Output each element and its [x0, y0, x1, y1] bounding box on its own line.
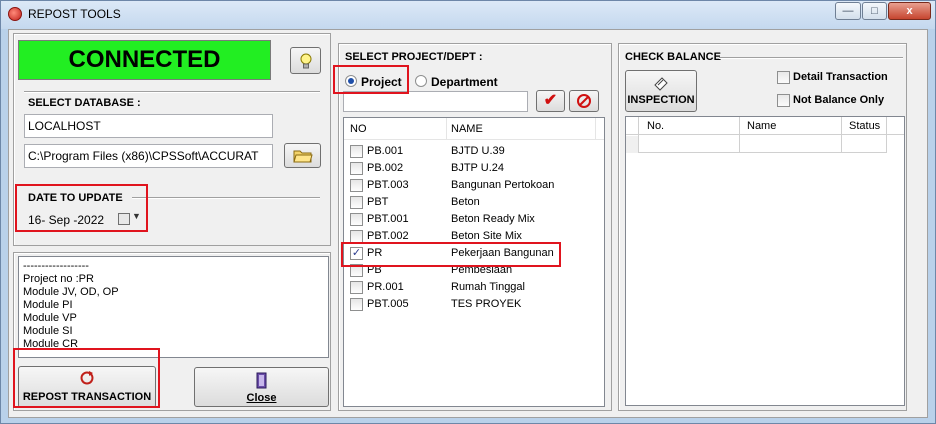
radio-button[interactable]	[415, 75, 427, 87]
column-divider	[595, 118, 596, 140]
project-no: PR.001	[367, 281, 404, 293]
checkmark-icon: ✔	[543, 92, 558, 109]
divider	[719, 57, 903, 59]
project-name: Bangunan Pertokoan	[451, 179, 555, 191]
project-name: Rumah Tinggal	[451, 281, 525, 293]
divider	[132, 197, 320, 199]
column-header-name[interactable]: Name	[747, 120, 776, 132]
close-window-button[interactable]: x	[888, 2, 931, 20]
row-selector[interactable]	[626, 136, 638, 153]
balance-grid[interactable]: No. Name Status	[625, 116, 905, 406]
project-no: PBT.001	[367, 213, 409, 225]
log-line: Module PI	[23, 299, 73, 311]
row-checkbox[interactable]	[350, 298, 363, 311]
app-icon	[8, 7, 22, 21]
bulb-button[interactable]	[290, 47, 321, 74]
row-checkbox[interactable]	[350, 145, 363, 158]
highlight-project-radio	[333, 65, 409, 94]
list-item[interactable]: PBT.003 Bangunan Pertokoan	[344, 177, 594, 194]
project-name: Beton Ready Mix	[451, 213, 535, 225]
column-header-no[interactable]: NO	[350, 123, 367, 135]
exit-door-icon	[256, 372, 266, 389]
log-textarea[interactable]: ------------------ Project no :PR Module J…	[18, 256, 329, 358]
project-filter-input[interactable]	[343, 91, 528, 112]
database-path-field[interactable]: C:\Program Files (x86)\CPSSoft\ACCURAT	[24, 144, 273, 168]
project-name: BJTD U.39	[451, 145, 505, 157]
list-item[interactable]: PB.002 BJTP U.24	[344, 160, 594, 177]
minimize-button[interactable]: —	[835, 2, 861, 20]
highlight-date	[15, 184, 148, 232]
close-button[interactable]: Close	[194, 367, 329, 407]
project-name: Beton	[451, 196, 480, 208]
inspection-label: INSPECTION	[627, 94, 695, 106]
divider	[24, 91, 320, 93]
row-checkbox[interactable]	[350, 213, 363, 226]
project-no: PBT.005	[367, 298, 409, 310]
detail-transaction-checkbox[interactable]: Detail Transaction	[775, 70, 905, 86]
close-label: Close	[246, 392, 277, 404]
checkbox[interactable]	[777, 71, 790, 84]
lightbulb-icon	[300, 53, 311, 69]
database-server-field[interactable]: LOCALHOST	[24, 114, 273, 138]
project-list-header: NO NAME	[344, 118, 604, 140]
check-balance-label: CHECK BALANCE	[625, 51, 721, 63]
list-item[interactable]: PR.001 Rumah Tinggal	[344, 279, 594, 296]
highlight-repost	[13, 348, 160, 408]
project-no: PBT.002	[367, 230, 409, 242]
radio-department[interactable]: Department	[413, 73, 513, 91]
list-item[interactable]: PBT.005 TES PROYEK	[344, 296, 594, 313]
window-title: REPOST TOOLS	[28, 7, 121, 21]
project-no: PB.001	[367, 145, 404, 157]
project-name: BJTP U.24	[451, 162, 504, 174]
radio-department-label: Department	[431, 75, 498, 89]
not-balance-only-label: Not Balance Only	[793, 94, 885, 106]
inspection-icon	[654, 77, 668, 91]
check-balance-panel: CHECK BALANCE INSPECTION Detail Transact…	[618, 43, 907, 411]
list-item[interactable]: PBT.001 Beton Ready Mix	[344, 211, 594, 228]
row-checkbox[interactable]	[350, 281, 363, 294]
column-header-name[interactable]: NAME	[451, 123, 483, 135]
checkbox[interactable]	[777, 94, 790, 107]
select-project-dept-label: SELECT PROJECT/DEPT :	[345, 51, 483, 63]
log-line: Module VP	[23, 312, 77, 324]
folder-icon	[292, 150, 313, 163]
list-item[interactable]: PB.001 BJTD U.39	[344, 143, 594, 160]
project-no: PB.002	[367, 162, 404, 174]
balance-grid-header: No. Name Status	[626, 117, 904, 153]
project-dept-panel: SELECT PROJECT/DEPT : Project Department…	[338, 43, 612, 411]
project-no: PBT	[367, 196, 389, 208]
list-item[interactable]: PBT Beton	[344, 194, 594, 211]
no-entry-icon	[577, 94, 591, 108]
project-no: PBT.003	[367, 179, 409, 191]
browse-folder-button[interactable]	[284, 143, 321, 168]
row-checkbox[interactable]	[350, 162, 363, 175]
log-line: ------------------	[23, 260, 89, 272]
title-bar[interactable]: REPOST TOOLS — □ x	[1, 1, 935, 29]
maximize-button[interactable]: □	[862, 2, 887, 20]
column-divider	[446, 118, 447, 140]
log-line: Project no :PR	[23, 273, 94, 285]
highlight-selected-row	[341, 242, 561, 267]
cancel-button[interactable]	[569, 90, 599, 112]
select-database-label: SELECT DATABASE :	[28, 97, 141, 109]
row-checkbox[interactable]	[350, 196, 363, 209]
project-name: TES PROYEK	[451, 298, 522, 310]
column-header-no[interactable]: No.	[647, 120, 664, 132]
column-header-status[interactable]: Status	[849, 120, 880, 132]
confirm-button[interactable]: ✔	[536, 90, 565, 112]
row-checkbox[interactable]	[350, 179, 363, 192]
connection-status-banner: CONNECTED	[18, 40, 271, 80]
log-line: Module JV, OD, OP	[23, 286, 119, 298]
detail-transaction-label: Detail Transaction	[793, 71, 888, 83]
log-line: Module SI	[23, 325, 73, 337]
not-balance-only-checkbox[interactable]: Not Balance Only	[775, 93, 905, 109]
table-row[interactable]	[626, 136, 887, 153]
inspection-button[interactable]: INSPECTION	[625, 70, 697, 112]
project-name: Beton Site Mix	[451, 230, 522, 242]
